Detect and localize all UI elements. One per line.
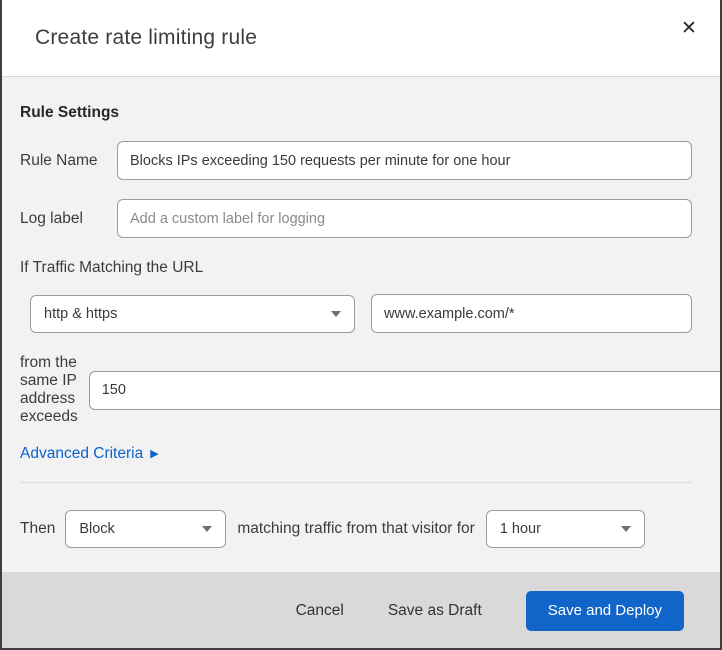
url-pattern-input[interactable] [371,294,692,333]
request-count-input[interactable] [88,370,720,410]
save-as-draft-button[interactable]: Save as Draft [388,602,482,620]
cancel-button[interactable]: Cancel [296,602,344,620]
rule-name-row: Rule Name [20,141,692,180]
scheme-select-value: http & https [44,305,118,322]
section-heading: Rule Settings [20,104,120,121]
chevron-down-icon [202,526,213,532]
advanced-criteria-label: Advanced Criteria [20,445,144,462]
dialog-header: Create rate limiting rule ✕ [2,0,720,77]
threshold-row: from the same IP address exceeds request… [20,354,720,426]
action-row: Then Block matching traffic from that vi… [20,510,692,548]
log-label-input[interactable] [117,199,692,238]
log-label-row: Log label [20,199,692,238]
section-divider [20,482,692,483]
dialog-body: Rule Settings Rule Name Log label If Tra… [2,77,720,572]
log-label-label: Log label [20,209,83,227]
chevron-down-icon [620,526,631,532]
threshold-label: from the same IP address exceeds [20,354,78,425]
dialog-footer: Cancel Save as Draft Save and Deploy [2,572,720,648]
duration-select-value: 1 hour [499,521,541,537]
chevron-down-icon [331,310,341,317]
action-select-value: Block [79,521,115,537]
duration-select[interactable]: 1 hour [485,510,645,548]
create-rate-limiting-rule-dialog: Create rate limiting rule ✕ Rule Setting… [0,0,722,650]
scheme-select[interactable]: http & https [30,294,355,333]
rule-name-label: Rule Name [20,151,98,169]
expand-arrow-icon: ▶ [150,447,159,460]
advanced-criteria-link[interactable]: Advanced Criteria ▶ [20,445,159,463]
traffic-match-row: http & https [30,294,692,333]
close-icon[interactable]: ✕ [676,16,702,42]
then-label: Then [20,520,56,537]
traffic-match-label: If Traffic Matching the URL [20,259,204,276]
action-middle-label: matching traffic from that visitor for [237,520,475,537]
save-and-deploy-button[interactable]: Save and Deploy [525,590,684,631]
action-select[interactable]: Block [65,510,227,548]
rule-name-input[interactable] [117,141,692,180]
dialog-title: Create rate limiting rule [35,26,258,49]
